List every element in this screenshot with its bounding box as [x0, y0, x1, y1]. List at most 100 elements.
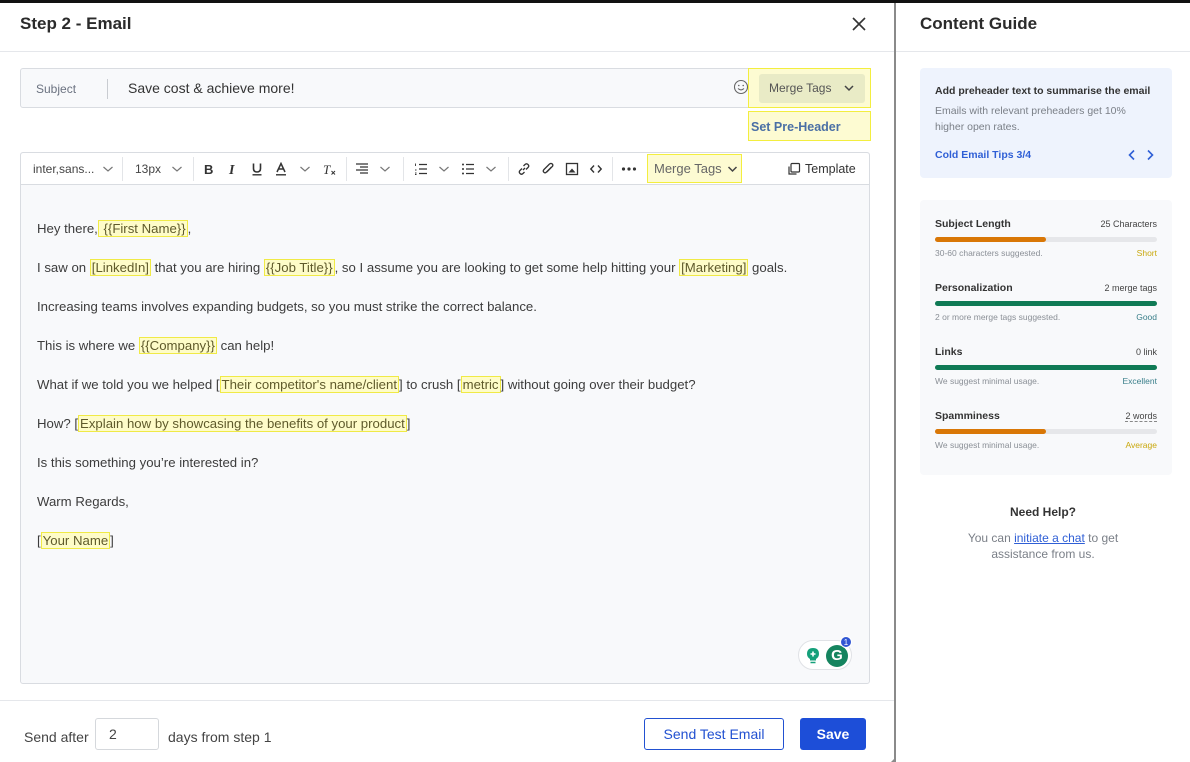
more-horizontal-icon [621, 167, 637, 171]
chevron-down-icon[interactable] [485, 164, 497, 174]
merge-tag[interactable]: {{Job Title}} [263, 259, 335, 276]
subject-merge-tags-label: Merge Tags [769, 81, 832, 95]
svg-text:I: I [228, 163, 235, 176]
merge-tag[interactable]: Explain how by showcasing the benefits o… [78, 415, 407, 432]
chevron-left-icon[interactable] [1126, 148, 1138, 162]
toolbar-divider [122, 157, 123, 181]
merge-tag[interactable]: metric [460, 376, 501, 393]
merge-tag[interactable]: [LinkedIn] [89, 259, 151, 276]
metric-links: Links 0 link We suggest minimal usage. E… [935, 346, 1157, 396]
close-icon[interactable] [848, 13, 870, 35]
days-input[interactable] [95, 718, 159, 750]
metric-hint: 2 or more merge tags suggested. [935, 312, 1061, 322]
italic-icon: I [228, 163, 235, 176]
merge-tag[interactable]: {{First Name}} [97, 220, 188, 237]
merge-tag[interactable]: Your Name [40, 532, 111, 549]
svg-text:B: B [204, 162, 213, 176]
copy-icon [788, 162, 801, 175]
body-text: Is this something you’re interested in? [37, 455, 259, 470]
ordered-list-button[interactable] [414, 153, 450, 185]
chevron-right-icon[interactable] [1144, 148, 1156, 162]
email-body-line: [Your Name] [37, 531, 857, 570]
lightbulb-icon[interactable] [805, 647, 821, 665]
font-family-select[interactable]: inter,sans... [33, 153, 114, 185]
content-guide-title: Content Guide [920, 14, 1038, 33]
metric-progress-track [935, 301, 1157, 306]
chevron-down-icon[interactable] [299, 164, 311, 174]
bullet-list-button[interactable] [461, 153, 497, 185]
metric-rating: Good [1136, 312, 1157, 322]
bold-button[interactable]: B [203, 153, 215, 185]
grammarly-widget[interactable]: G 1 [798, 636, 852, 670]
body-text: that you are hiring [150, 260, 264, 275]
chevron-down-icon[interactable] [379, 164, 391, 174]
emoji-icon[interactable] [733, 79, 749, 95]
chevron-down-icon [844, 85, 854, 92]
subject-merge-tags-dropdown[interactable]: Merge Tags [748, 68, 871, 108]
metric-rating: Excellent [1122, 376, 1158, 386]
set-preheader-label: Set Pre-Header [751, 120, 841, 134]
subject-divider [107, 79, 108, 99]
metric-name: Personalization [935, 282, 1013, 294]
save-button[interactable]: Save [800, 718, 866, 750]
merge-tag[interactable]: {{Company}} [138, 337, 217, 354]
font-size-select[interactable]: 13px [135, 153, 183, 185]
grammarly-icon[interactable]: G [826, 645, 848, 667]
link-button[interactable] [517, 153, 531, 185]
text-color-button[interactable] [275, 153, 311, 185]
code-button[interactable] [589, 153, 603, 185]
underline-icon [252, 163, 262, 176]
metric-value: 2 merge tags [1104, 283, 1157, 293]
attach-button[interactable] [541, 153, 555, 185]
font-size-value: 13px [135, 162, 162, 176]
metric-progress-track [935, 237, 1157, 242]
body-text: can help! [216, 338, 275, 353]
body-text: This is where we [37, 338, 139, 353]
set-preheader-button[interactable]: Set Pre-Header [748, 111, 1008, 141]
metric-value: 25 Characters [1100, 219, 1157, 229]
panel-footer: Send after days from step 1 Send Test Em… [0, 700, 894, 762]
toolbar-merge-tags-dropdown[interactable]: Merge Tags [647, 154, 742, 183]
merge-tag[interactable]: Their competitor's name/client [219, 376, 400, 393]
content-guide-header: Content Guide [896, 3, 1190, 52]
more-options-button[interactable] [621, 153, 637, 185]
chevron-down-icon[interactable] [438, 164, 450, 174]
italic-button[interactable]: I [228, 153, 240, 185]
metric-hint: We suggest minimal usage. [935, 440, 1040, 450]
body-text: goals. [748, 260, 788, 275]
body-text: ] without going over their budget? [500, 377, 696, 392]
content-guide-panel: Content Guide Add preheader text to summ… [896, 3, 1190, 762]
email-body-editor[interactable]: Hey there, {{First Name}}, I saw on [Link… [37, 219, 857, 570]
initiate-chat-link[interactable]: initiate a chat [1014, 531, 1085, 545]
body-text: Increasing teams involves expanding budg… [37, 299, 537, 314]
clear-format-button[interactable]: T [323, 153, 337, 185]
help-section: Need Help? You can initiate a chat to ge… [896, 505, 1190, 562]
template-button[interactable]: Template [787, 153, 856, 185]
metric-subject-length: Subject Length 25 Characters 30-60 chara… [935, 218, 1157, 268]
body-text: I saw on [37, 260, 90, 275]
align-right-icon [356, 163, 368, 174]
email-body-line: Warm Regards, [37, 492, 857, 531]
metric-personalization: Personalization 2 merge tags 2 or more m… [935, 282, 1157, 332]
link-icon [518, 163, 530, 175]
metric-name: Links [935, 346, 963, 358]
email-editor: inter,sans... 13px B I T Merge Tags Temp… [20, 152, 870, 684]
body-text: , [187, 221, 192, 236]
toolbar-divider [346, 157, 347, 181]
metric-hint: 30-60 characters suggested. [935, 248, 1043, 258]
metric-value[interactable]: 2 words [1125, 411, 1157, 422]
body-text: ] [406, 416, 411, 431]
send-test-email-button[interactable]: Send Test Email [644, 718, 784, 750]
subject-input[interactable] [128, 80, 718, 96]
subject-merge-tags-button[interactable]: Merge Tags [759, 74, 865, 103]
metric-rating: Average [1125, 440, 1157, 450]
tip-link[interactable]: Cold Email Tips 3/4 [935, 149, 1031, 161]
merge-tag[interactable]: [Marketing] [679, 259, 749, 276]
align-button[interactable] [355, 153, 391, 185]
tip-card: Add preheader text to summarise the emai… [920, 68, 1172, 178]
subject-field: Subject Merge Tags [20, 68, 871, 108]
underline-button[interactable] [251, 153, 263, 185]
tip-heading: Add preheader text to summarise the emai… [935, 85, 1151, 97]
image-button[interactable] [565, 153, 579, 185]
toolbar-divider [612, 157, 613, 181]
